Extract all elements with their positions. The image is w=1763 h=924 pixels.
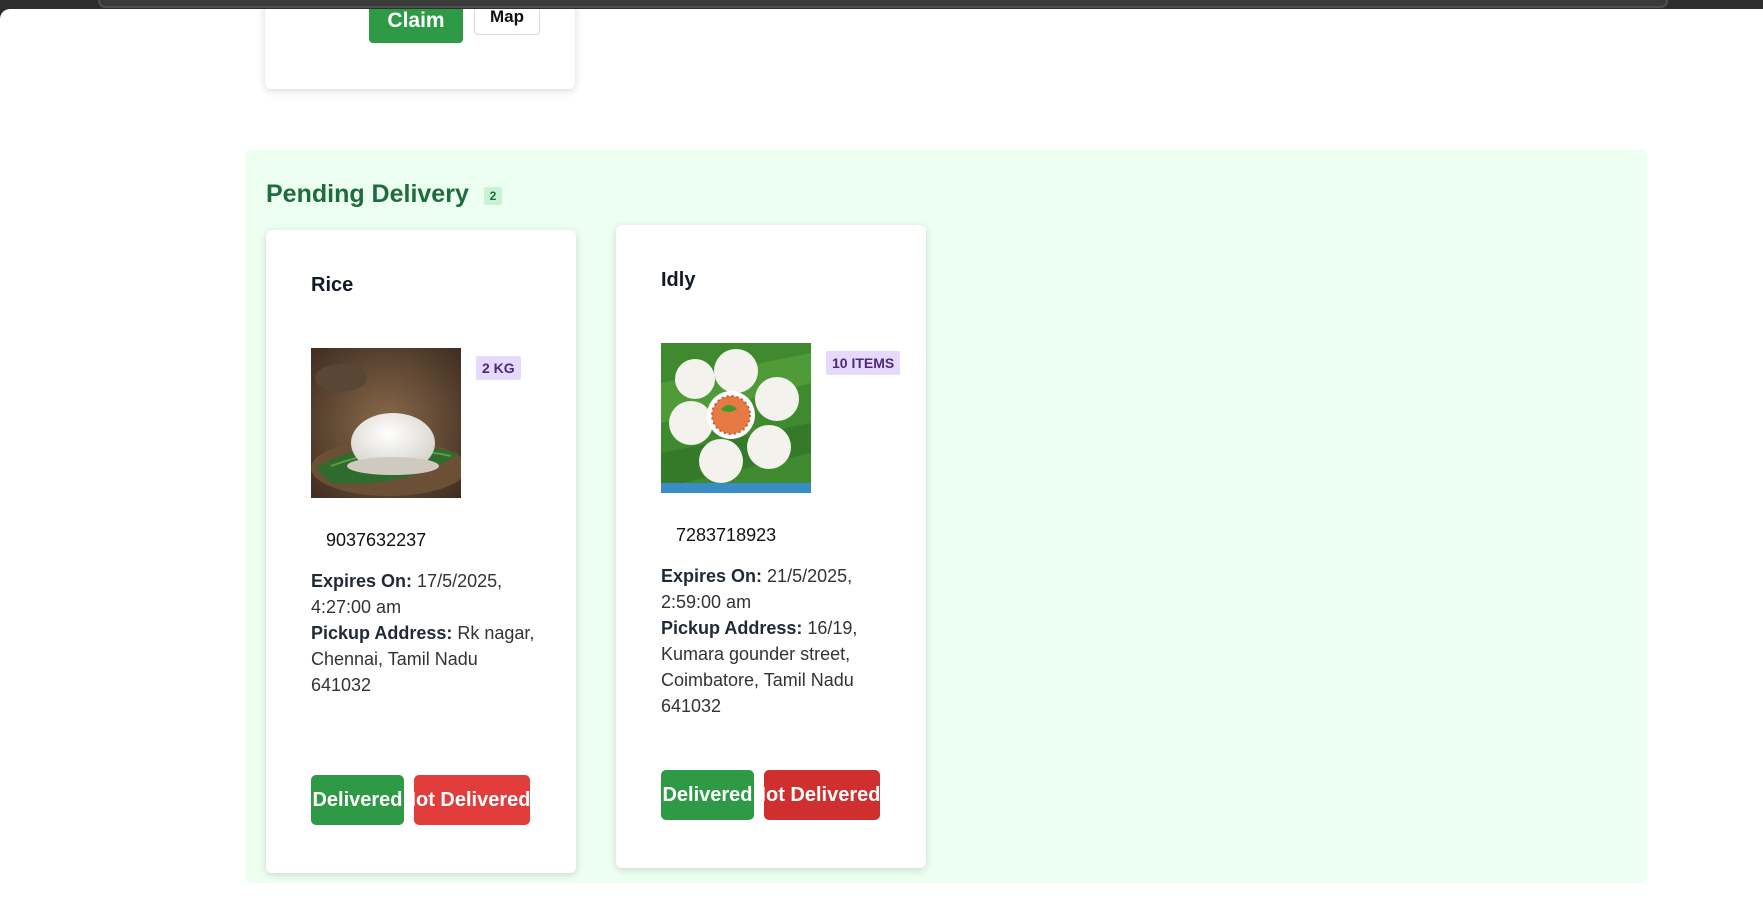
map-button[interactable]: Map	[474, 9, 540, 35]
browser-top-bar	[0, 0, 1763, 9]
not-delivered-label: Not Delivered	[414, 788, 530, 811]
address-label: Pickup Address:	[661, 618, 803, 638]
quantity-badge: 2 KG	[476, 356, 521, 380]
delivered-button[interactable]: Delivered	[311, 775, 404, 825]
quantity-badge: 10 ITEMS	[826, 351, 901, 375]
browser-address-bar[interactable]	[98, 0, 1668, 8]
donation-card: Idly 10 ITEMS 7283718923 Expires On: 21/…	[616, 225, 926, 868]
section-title: Pending Delivery	[266, 180, 469, 208]
pending-delivery-section: Pending Delivery 2 Rice 2 KG 9037632237 …	[245, 150, 1647, 883]
food-name: Rice	[311, 274, 354, 296]
pending-count-badge: 2	[484, 187, 502, 205]
expires-label: Expires On:	[661, 566, 763, 586]
address-label: Pickup Address:	[311, 623, 453, 643]
donation-details: Expires On: 21/5/2025, 2:59:00 am Pickup…	[661, 563, 891, 719]
not-delivered-button[interactable]: Not Delivered	[764, 770, 880, 820]
not-delivered-button[interactable]: Not Delivered	[414, 775, 530, 825]
idly-photo	[661, 343, 811, 493]
donation-card: Rice 2 KG 9037632237 Expires On: 17/5/20…	[266, 230, 576, 873]
donor-phone: 9037632237	[326, 530, 427, 550]
delivered-button[interactable]: Delivered	[661, 770, 754, 820]
available-donation-card: Claim Map	[265, 9, 575, 89]
not-delivered-label: Not Delivered	[764, 783, 880, 806]
claim-button[interactable]: Claim	[369, 9, 463, 43]
rice-photo	[311, 348, 461, 498]
page-viewport: Claim Map Pending Delivery 2 Rice 2 KG 9…	[0, 9, 1763, 924]
expires-label: Expires On:	[311, 571, 413, 591]
donation-details: Expires On: 17/5/2025, 4:27:00 am Pickup…	[311, 568, 541, 698]
donor-phone: 7283718923	[676, 525, 777, 545]
food-name: Idly	[661, 269, 696, 291]
